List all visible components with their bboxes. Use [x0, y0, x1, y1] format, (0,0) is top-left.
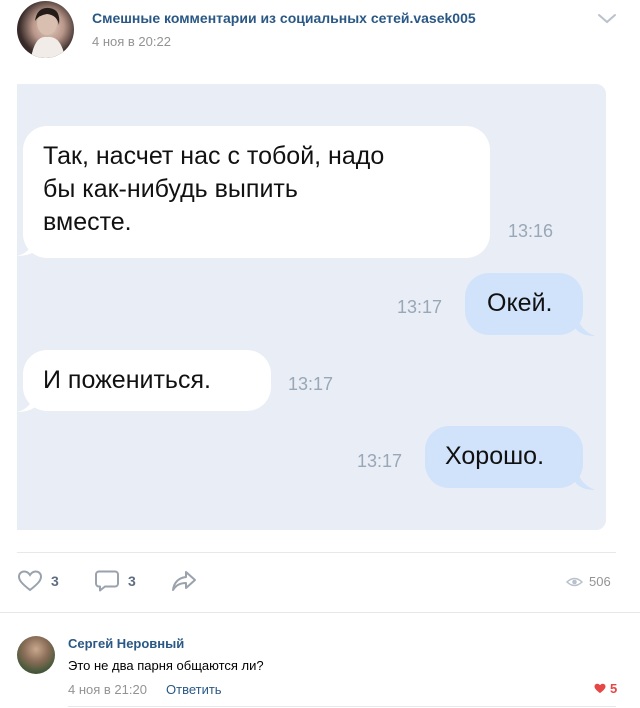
chevron-down-icon[interactable]: [596, 12, 618, 26]
comment-date[interactable]: 4 ноя в 21:20: [68, 682, 147, 697]
message-line: бы как-нибудь выпить: [43, 175, 298, 203]
chat-message-outgoing: Окей.: [465, 273, 583, 335]
like-count: 3: [51, 573, 59, 589]
message-time: 13:17: [288, 374, 334, 394]
message-line: И пожениться.: [43, 366, 211, 394]
comment-button[interactable]: 3: [94, 569, 136, 593]
comment-author-link[interactable]: Сергей Неровный: [68, 636, 184, 651]
comment-like-count: 5: [610, 681, 618, 696]
heart-filled-icon: [594, 683, 606, 694]
chat-message-outgoing: Хорошо.: [425, 426, 583, 488]
heart-icon: [17, 570, 43, 592]
bubble-tail: [575, 314, 595, 336]
comment-icon: [95, 570, 119, 592]
share-icon: [172, 571, 196, 591]
views-counter: 506: [566, 574, 611, 589]
divider: [0, 612, 640, 613]
message-line: Так, насчет нас с тобой, надо: [43, 142, 385, 170]
bubble-tail: [17, 234, 39, 256]
chat-message-incoming: Так, насчет нас с тобой, надо бы как-ниб…: [23, 126, 490, 258]
message-time: 13:16: [508, 221, 554, 241]
author-avatar[interactable]: [17, 1, 74, 58]
reply-link[interactable]: Ответить: [166, 682, 222, 697]
commenter-avatar[interactable]: [17, 636, 55, 674]
share-button[interactable]: [170, 569, 198, 593]
views-count: 506: [589, 574, 611, 589]
message-line: вместе.: [43, 208, 132, 236]
comment-text: Это не два парня общаются ли?: [68, 658, 264, 673]
message-line: Хорошо.: [445, 442, 545, 470]
avatar-photo: [31, 7, 65, 58]
like-button[interactable]: 3: [17, 569, 59, 593]
chat-message-incoming: И пожениться.: [23, 350, 271, 411]
bubble-tail: [17, 390, 39, 412]
divider: [17, 552, 616, 553]
message-time: 13:17: [397, 297, 443, 317]
chat-screenshot: Так, насчет нас с тобой, надо бы как-ниб…: [17, 84, 606, 530]
divider: [68, 706, 616, 707]
eye-icon: [566, 577, 583, 586]
message-time: 13:17: [357, 451, 403, 471]
bubble-tail: [575, 468, 595, 490]
comment-like-button[interactable]: 5: [594, 681, 617, 696]
post-date[interactable]: 4 ноя в 20:22: [92, 34, 171, 49]
post-author-link[interactable]: Смешные комментарии из социальных сетей.…: [92, 10, 476, 26]
message-line: Окей.: [487, 289, 553, 317]
comment-count: 3: [128, 573, 136, 589]
